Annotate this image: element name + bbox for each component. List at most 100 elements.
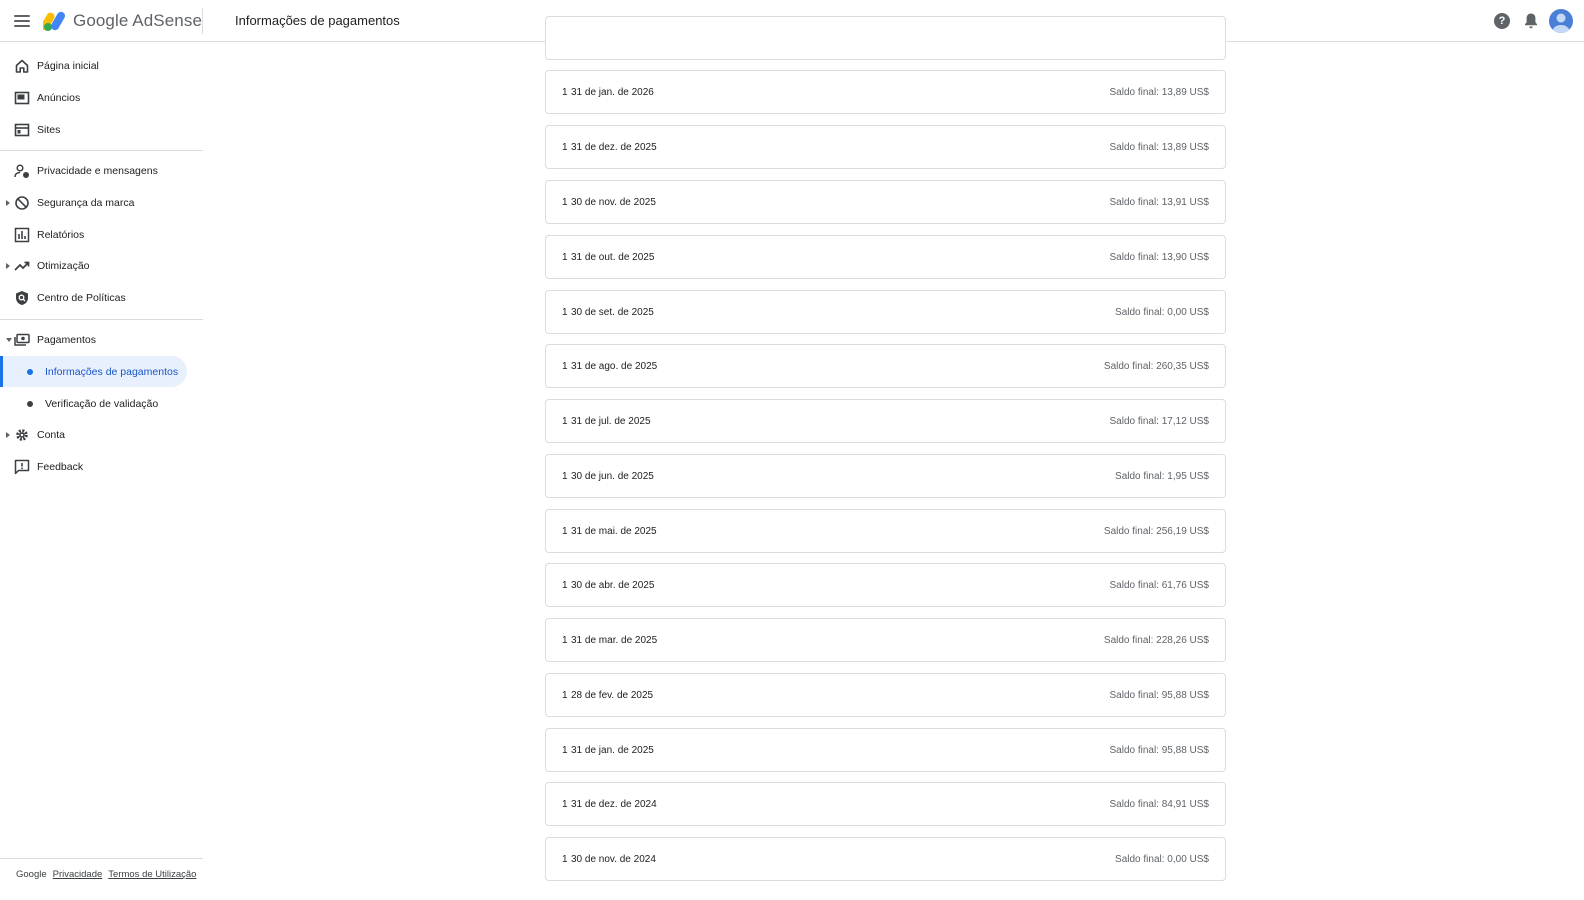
account-avatar[interactable]	[1549, 9, 1573, 33]
sidebar-item-ads[interactable]: Anúncios	[0, 84, 203, 112]
sidebar-item-label: Pagamentos	[37, 334, 96, 346]
help-icon[interactable]: ?	[1494, 13, 1510, 29]
sidebar-item-sites[interactable]: Sites	[0, 116, 203, 144]
sidebar-subitem-label: Informações de pagamentos	[45, 365, 179, 378]
statement-balance: Saldo final: 1,95 US$	[1115, 470, 1209, 482]
sidebar-item-brand-safety[interactable]: Segurança da marca	[0, 189, 203, 217]
statement-balance: Saldo final: 260,35 US$	[1103, 360, 1209, 372]
sidebar-item-optimization[interactable]: Otimização	[0, 252, 203, 280]
notifications-bell-icon[interactable]	[1523, 12, 1539, 30]
statement-balance: Saldo final: 0,00 US$	[1115, 306, 1209, 318]
statement-balance: Saldo final: 0,00 US$	[1115, 853, 1209, 865]
sidebar-item-policy-center[interactable]: Centro de Políticas	[0, 284, 203, 312]
statement-balance: Saldo final: 13,90 US$	[1109, 251, 1209, 263]
main-menu-button[interactable]	[12, 11, 32, 31]
statement-card[interactable]: 1 30 de jun. de 2025 Saldo final: 1,95 U…	[545, 454, 1226, 498]
sidebar-item-account[interactable]: Conta	[0, 421, 203, 449]
statement-count: 1	[562, 470, 568, 482]
statement-card[interactable]: 1 30 de set. de 2025 Saldo final: 0,00 U…	[545, 290, 1226, 334]
statement-count: 1	[562, 744, 568, 756]
statement-card[interactable]: 1 28 de fev. de 2025 Saldo final: 95,88 …	[545, 673, 1226, 717]
statement-count: 1	[562, 634, 568, 646]
statement-count: 1	[562, 306, 568, 318]
privacy-link[interactable]: Privacidade	[53, 869, 103, 880]
statement-date: 30 de nov. de 2024	[571, 853, 656, 865]
menu-icon-bar	[14, 25, 30, 27]
expand-caret-icon	[6, 200, 10, 206]
statement-card[interactable]: 1 30 de nov. de 2025 Saldo final: 13,91 …	[545, 180, 1226, 224]
privacy-messaging-icon	[14, 164, 29, 178]
adsense-logo-icon[interactable]	[43, 10, 67, 32]
sidebar-item-home[interactable]: Página inicial	[0, 52, 203, 80]
trending-icon	[14, 261, 30, 271]
sidebar-item-payments[interactable]: Pagamentos	[0, 326, 203, 354]
page-title: Informações de pagamentos	[235, 13, 400, 28]
statement-count: 1	[562, 853, 568, 865]
statement-count: 1	[562, 196, 568, 208]
sidebar-item-reports[interactable]: Relatórios	[0, 221, 203, 249]
statement-date: 31 de jan. de 2026	[571, 86, 654, 98]
statement-card[interactable]: 1 30 de abr. de 2025 Saldo final: 61,76 …	[545, 563, 1226, 607]
statement-card[interactable]: 1 31 de jan. de 2026 Saldo final: 13,89 …	[545, 70, 1226, 114]
statement-date: 31 de jul. de 2025	[571, 415, 651, 427]
sidebar-subitem-verification[interactable]: Verificação de validação	[0, 388, 187, 419]
gear-icon	[16, 429, 28, 441]
statement-balance: Saldo final: 17,12 US$	[1109, 415, 1209, 427]
statement-date: 31 de mai. de 2025	[571, 525, 657, 537]
nav-divider	[0, 319, 203, 320]
sidebar-item-feedback[interactable]: Feedback	[0, 453, 203, 481]
nav-divider	[0, 150, 203, 151]
sidebar-footer: Google Privacidade Termos de Utilização	[16, 869, 196, 880]
statement-card-partial[interactable]	[545, 16, 1226, 60]
statement-date: 30 de nov. de 2025	[571, 196, 656, 208]
statement-card[interactable]: 1 31 de mar. de 2025 Saldo final: 228,26…	[545, 618, 1226, 662]
collapse-caret-icon	[6, 338, 12, 342]
statement-card[interactable]: 1 31 de dez. de 2025 Saldo final: 13,89 …	[545, 125, 1226, 169]
statement-balance: Saldo final: 95,88 US$	[1109, 689, 1209, 701]
statement-card[interactable]: 1 31 de jan. de 2025 Saldo final: 95,88 …	[545, 728, 1226, 772]
statement-count: 1	[562, 689, 568, 701]
sidebar-nav: Página inicial Anúncios Sites Privacidad…	[0, 42, 203, 900]
statement-card[interactable]: 1 31 de dez. de 2024 Saldo final: 84,91 …	[545, 782, 1226, 826]
statement-balance: Saldo final: 61,76 US$	[1109, 579, 1209, 591]
statement-count: 1	[562, 86, 568, 98]
sidebar-item-label: Segurança da marca	[37, 197, 135, 209]
statement-card[interactable]: 1 31 de ago. de 2025 Saldo final: 260,35…	[545, 344, 1226, 388]
header-divider	[202, 8, 203, 34]
ads-icon	[14, 91, 30, 105]
expand-caret-icon	[6, 263, 10, 269]
statement-date: 28 de fev. de 2025	[571, 689, 654, 701]
statement-card[interactable]: 1 31 de jul. de 2025 Saldo final: 17,12 …	[545, 399, 1226, 443]
statement-date: 31 de out. de 2025	[571, 251, 655, 263]
sites-icon	[14, 123, 30, 137]
sidebar-item-privacy-messaging[interactable]: Privacidade e mensagens	[0, 157, 203, 185]
statement-card[interactable]: 1 31 de out. de 2025 Saldo final: 13,90 …	[545, 235, 1226, 279]
expand-caret-icon	[6, 432, 10, 438]
bullet-dot	[27, 368, 33, 375]
statement-card[interactable]: 1 30 de nov. de 2024 Saldo final: 0,00 U…	[545, 837, 1226, 881]
statement-count: 1	[562, 525, 568, 537]
statement-balance: Saldo final: 95,88 US$	[1109, 744, 1209, 756]
statement-date: 31 de dez. de 2024	[571, 798, 657, 810]
statement-count: 1	[562, 798, 568, 810]
statement-date: 31 de ago. de 2025	[571, 360, 658, 372]
sidebar-item-label: Centro de Políticas	[37, 292, 126, 304]
feedback-icon	[14, 459, 30, 475]
statement-balance: Saldo final: 228,26 US$	[1103, 634, 1209, 646]
menu-icon-bar	[14, 20, 30, 22]
statement-balance: Saldo final: 256,19 US$	[1103, 525, 1209, 537]
home-icon	[15, 59, 29, 73]
statement-date: 30 de abr. de 2025	[571, 579, 655, 591]
payments-icon	[14, 333, 30, 346]
terms-link[interactable]: Termos de Utilização	[108, 869, 196, 880]
statement-card[interactable]: 1 31 de mai. de 2025 Saldo final: 256,19…	[545, 509, 1226, 553]
block-icon	[15, 196, 29, 210]
sidebar-subitem-payment-info[interactable]: Informações de pagamentos	[0, 356, 187, 387]
sidebar-item-label: Conta	[37, 429, 66, 441]
user-avatar-icon	[1552, 13, 1570, 33]
statement-count: 1	[562, 141, 568, 153]
menu-icon-bar	[14, 15, 30, 17]
statement-date: 30 de jun. de 2025	[571, 470, 654, 482]
app-name[interactable]: Google AdSense	[73, 11, 202, 31]
statement-count: 1	[562, 251, 568, 263]
